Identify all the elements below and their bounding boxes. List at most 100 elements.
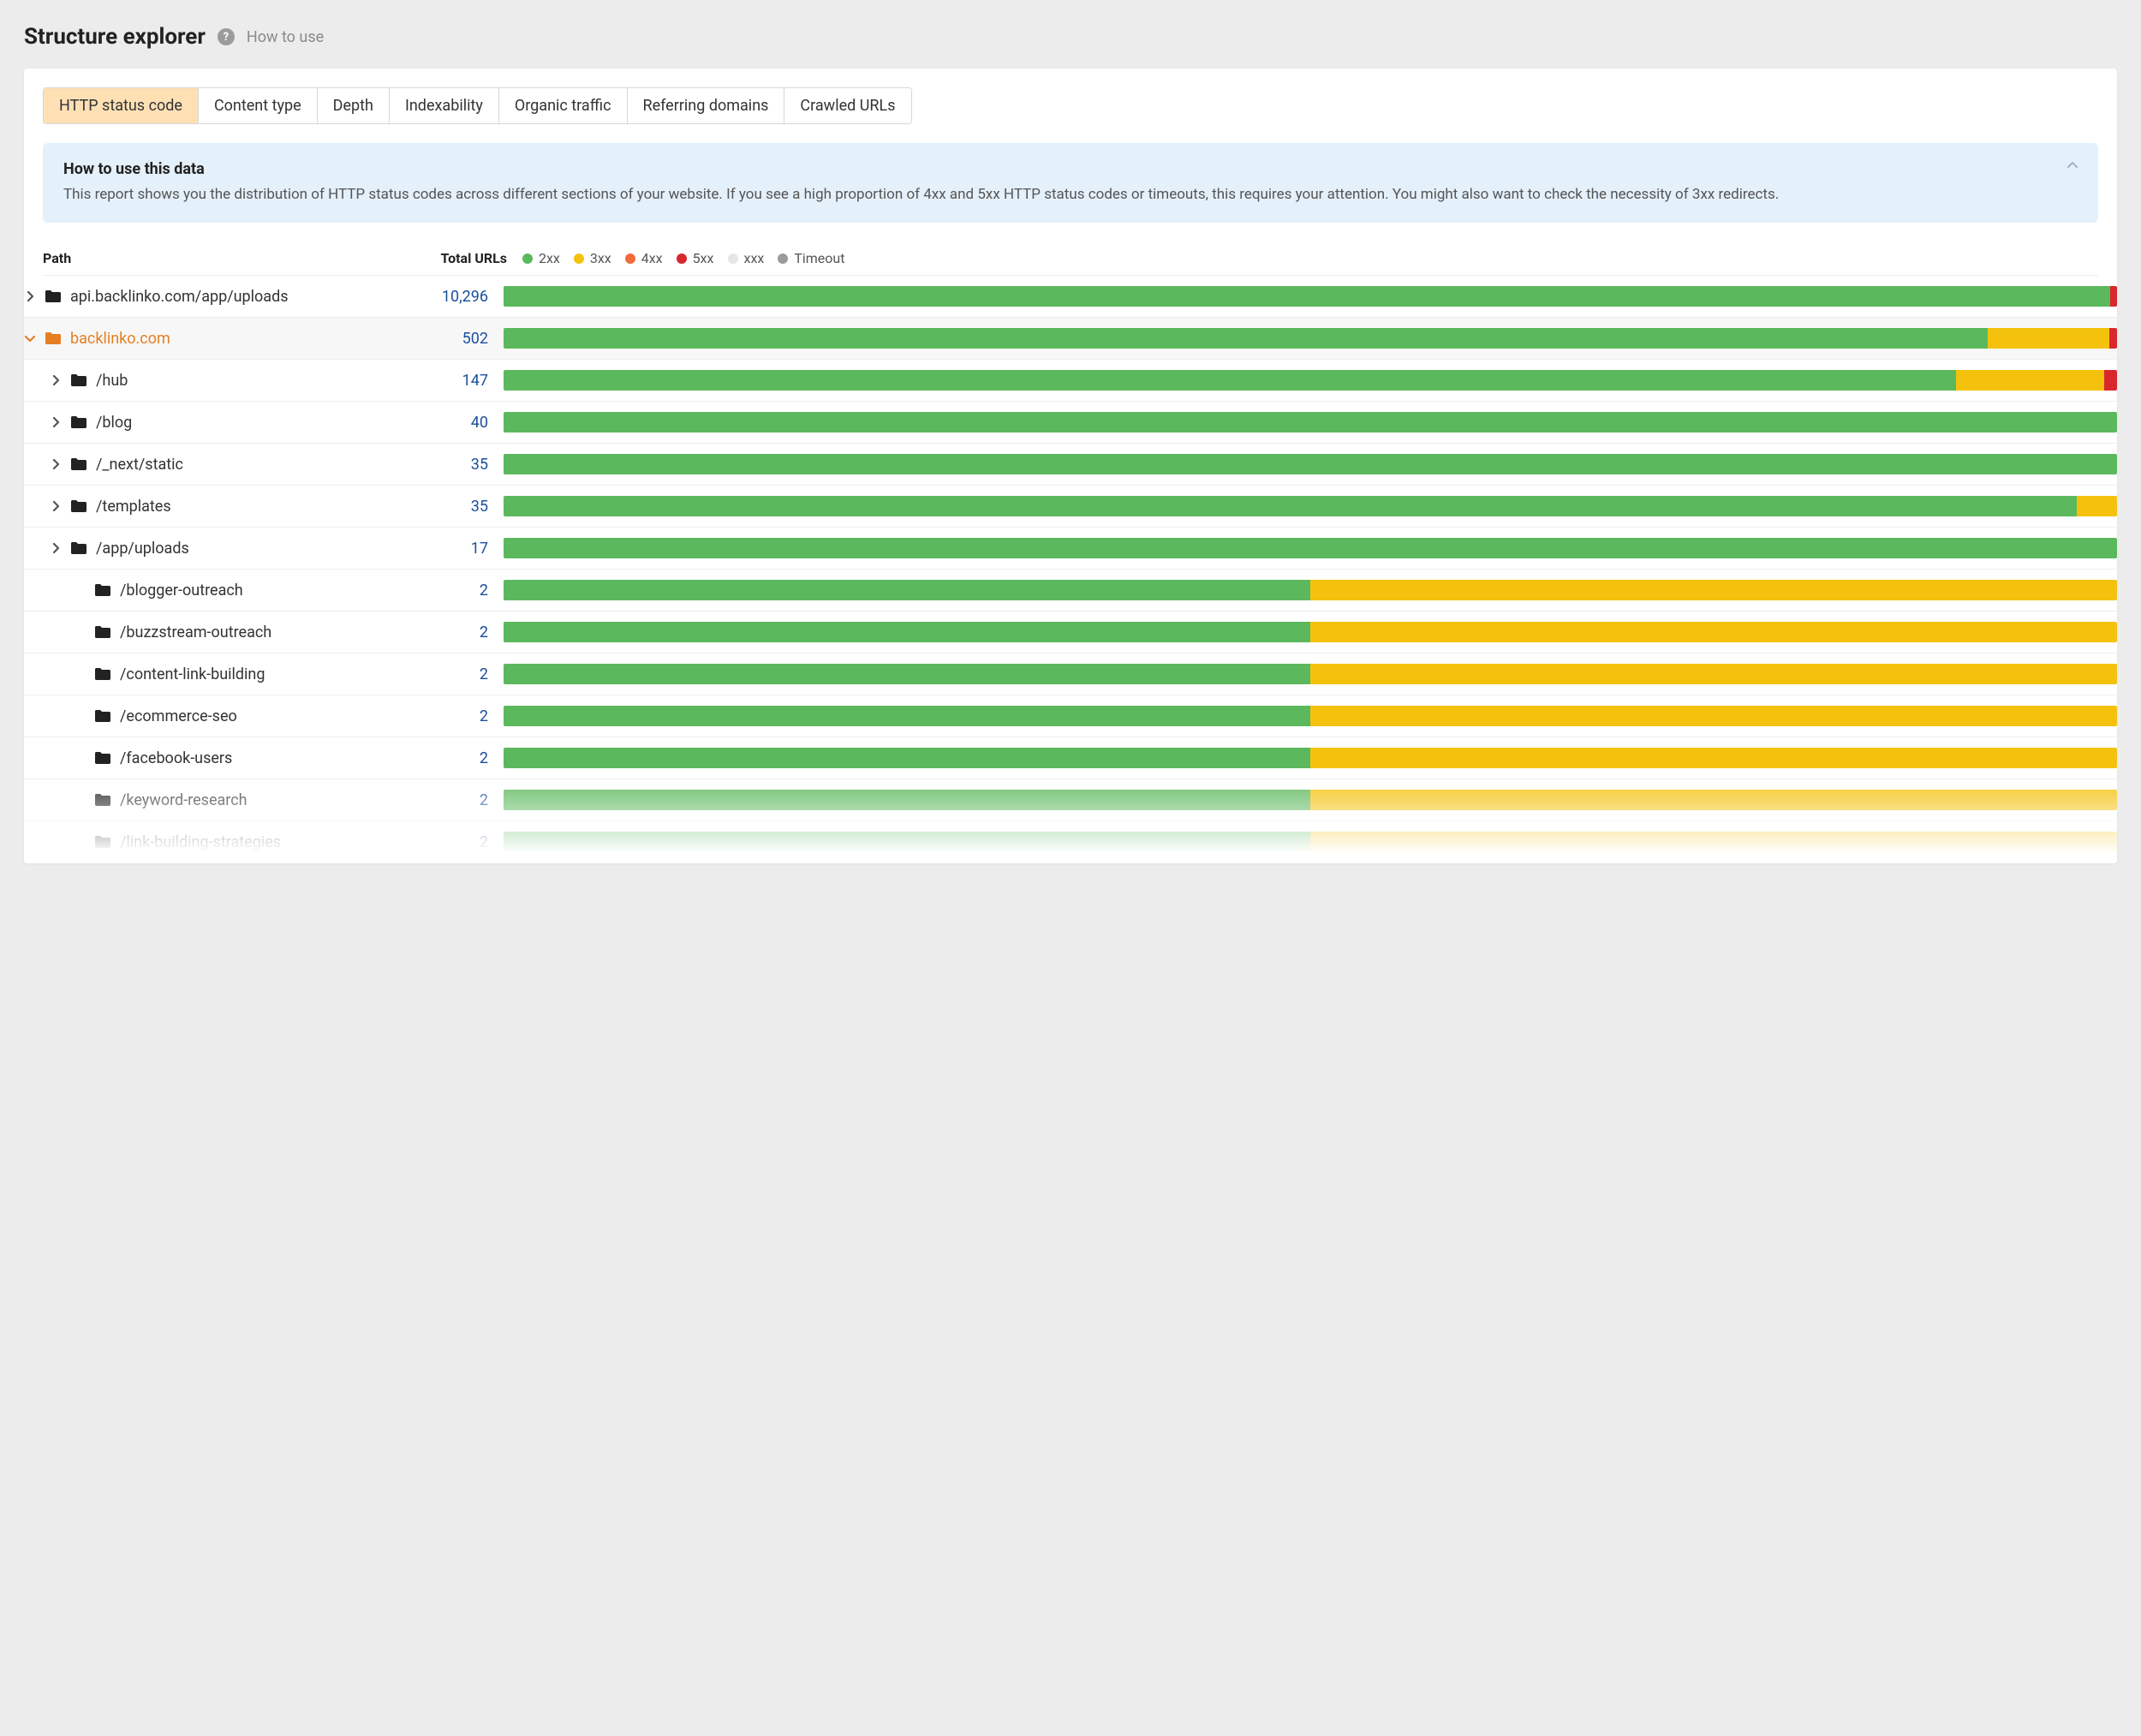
bar-segment-2xx bbox=[504, 328, 1988, 349]
page-header: Structure explorer ? How to use bbox=[24, 24, 2117, 50]
table-row[interactable]: /hub 147 bbox=[24, 360, 2117, 402]
path-cell: backlinko.com bbox=[24, 330, 409, 348]
path-label: /link-building-strategies bbox=[120, 833, 281, 851]
legend-item-3xx: 3xx bbox=[574, 250, 611, 266]
total-urls-value[interactable]: 2 bbox=[409, 665, 504, 683]
tab-indexability[interactable]: Indexability bbox=[390, 88, 499, 123]
how-to-use-link[interactable]: How to use bbox=[247, 28, 324, 46]
total-urls-value[interactable]: 2 bbox=[409, 623, 504, 641]
total-urls-value[interactable]: 10,296 bbox=[409, 288, 504, 306]
tab-organic-traffic[interactable]: Organic traffic bbox=[499, 88, 628, 123]
total-urls-value[interactable]: 2 bbox=[409, 749, 504, 767]
bar-segment-2xx bbox=[504, 832, 1310, 852]
bar-segment-3xx bbox=[1310, 664, 2117, 684]
legend-dot bbox=[728, 254, 738, 264]
legend: 2xx3xx4xx5xxxxxTimeout bbox=[522, 250, 844, 266]
tab-crawled-urls[interactable]: Crawled URLs bbox=[784, 88, 910, 123]
status-bar bbox=[504, 832, 2117, 852]
path-cell: api.backlinko.com/app/uploads bbox=[24, 288, 409, 306]
total-urls-value[interactable]: 40 bbox=[409, 414, 504, 432]
tab-http-status-code[interactable]: HTTP status code bbox=[44, 88, 199, 123]
table-row[interactable]: /blogger-outreach 2 bbox=[24, 570, 2117, 611]
path-label: /blogger-outreach bbox=[120, 582, 243, 600]
total-urls-value[interactable]: 35 bbox=[409, 498, 504, 516]
table-row[interactable]: /_next/static35 bbox=[24, 444, 2117, 486]
bar-segment-5xx bbox=[2110, 286, 2117, 307]
info-box: How to use this data This report shows y… bbox=[43, 143, 2098, 223]
total-urls-value[interactable]: 17 bbox=[409, 540, 504, 558]
legend-dot bbox=[574, 254, 584, 264]
bar-segment-2xx bbox=[504, 580, 1310, 600]
folder-icon bbox=[94, 835, 111, 849]
bar-segment-5xx bbox=[2109, 328, 2117, 349]
table-row[interactable]: /link-building-strategies 2 bbox=[24, 821, 2117, 863]
column-path[interactable]: Path bbox=[43, 250, 428, 266]
chevron-right-icon[interactable] bbox=[50, 417, 62, 427]
table-row[interactable]: /facebook-users2 bbox=[24, 737, 2117, 779]
status-bar bbox=[504, 370, 2117, 391]
table-row[interactable]: /content-link-building 2 bbox=[24, 653, 2117, 695]
total-urls-value[interactable]: 2 bbox=[409, 582, 504, 600]
table-row[interactable]: /buzzstream-outreach2 bbox=[24, 611, 2117, 653]
chevron-right-icon[interactable] bbox=[50, 459, 62, 469]
folder-icon bbox=[94, 709, 111, 723]
bar-segment-2xx bbox=[504, 790, 1310, 810]
path-label: /app/uploads bbox=[96, 540, 189, 558]
legend-item-4xx: 4xx bbox=[625, 250, 663, 266]
table-row[interactable]: /ecommerce-seo2 bbox=[24, 695, 2117, 737]
path-label: /blog bbox=[96, 414, 132, 432]
column-total[interactable]: Total URLs bbox=[428, 250, 522, 266]
legend-label: 3xx bbox=[590, 250, 611, 266]
table-row[interactable]: /app/uploads 17 bbox=[24, 528, 2117, 570]
total-urls-value[interactable]: 2 bbox=[409, 791, 504, 809]
path-label: /hub bbox=[96, 372, 128, 390]
path-cell: /content-link-building bbox=[24, 665, 409, 683]
bar-segment-5xx bbox=[2104, 370, 2117, 391]
path-cell: /ecommerce-seo bbox=[24, 707, 409, 725]
table-row[interactable]: /keyword-research2 bbox=[24, 779, 2117, 821]
main-card: HTTP status codeContent typeDepthIndexab… bbox=[24, 69, 2117, 863]
help-icon[interactable]: ? bbox=[218, 28, 235, 45]
chevron-right-icon[interactable] bbox=[24, 291, 36, 301]
info-collapse-icon[interactable] bbox=[2066, 158, 2079, 176]
total-urls-value[interactable]: 2 bbox=[409, 833, 504, 851]
table-row[interactable]: backlinko.com502 bbox=[24, 318, 2117, 360]
table-row[interactable]: /blog 40 bbox=[24, 402, 2117, 444]
legend-label: 4xx bbox=[641, 250, 663, 266]
status-bar bbox=[504, 664, 2117, 684]
folder-icon bbox=[94, 583, 111, 597]
path-cell: /app/uploads bbox=[24, 540, 409, 558]
folder-icon bbox=[94, 751, 111, 765]
chevron-right-icon[interactable] bbox=[50, 543, 62, 553]
total-urls-value[interactable]: 147 bbox=[409, 372, 504, 390]
folder-icon bbox=[70, 499, 87, 513]
tab-depth[interactable]: Depth bbox=[318, 88, 390, 123]
table-row[interactable]: /templates 35 bbox=[24, 486, 2117, 528]
folder-icon bbox=[94, 625, 111, 639]
chevron-down-icon[interactable] bbox=[24, 334, 36, 343]
path-cell: /link-building-strategies bbox=[24, 833, 409, 851]
legend-dot bbox=[778, 254, 788, 264]
total-urls-value[interactable]: 502 bbox=[409, 330, 504, 348]
bar-segment-2xx bbox=[504, 664, 1310, 684]
path-label: /content-link-building bbox=[120, 665, 265, 683]
table-body: api.backlinko.com/app/uploads10,296backl… bbox=[24, 276, 2117, 863]
total-urls-value[interactable]: 2 bbox=[409, 707, 504, 725]
status-bar bbox=[504, 328, 2117, 349]
path-label: /templates bbox=[96, 498, 171, 516]
total-urls-value[interactable]: 35 bbox=[409, 456, 504, 474]
bar-segment-2xx bbox=[504, 538, 2117, 558]
chevron-right-icon[interactable] bbox=[50, 501, 62, 511]
table-row[interactable]: api.backlinko.com/app/uploads10,296 bbox=[24, 276, 2117, 318]
bar-segment-2xx bbox=[504, 706, 1310, 726]
chevron-right-icon[interactable] bbox=[50, 375, 62, 385]
status-bar bbox=[504, 538, 2117, 558]
status-bar bbox=[504, 748, 2117, 768]
bar-segment-3xx bbox=[1310, 622, 2117, 642]
tab-content-type[interactable]: Content type bbox=[199, 88, 318, 123]
legend-item-timeout: Timeout bbox=[778, 250, 844, 266]
tab-referring-domains[interactable]: Referring domains bbox=[628, 88, 785, 123]
folder-icon bbox=[94, 793, 111, 807]
info-box-body: This report shows you the distribution o… bbox=[63, 183, 2078, 206]
folder-icon bbox=[45, 331, 62, 345]
